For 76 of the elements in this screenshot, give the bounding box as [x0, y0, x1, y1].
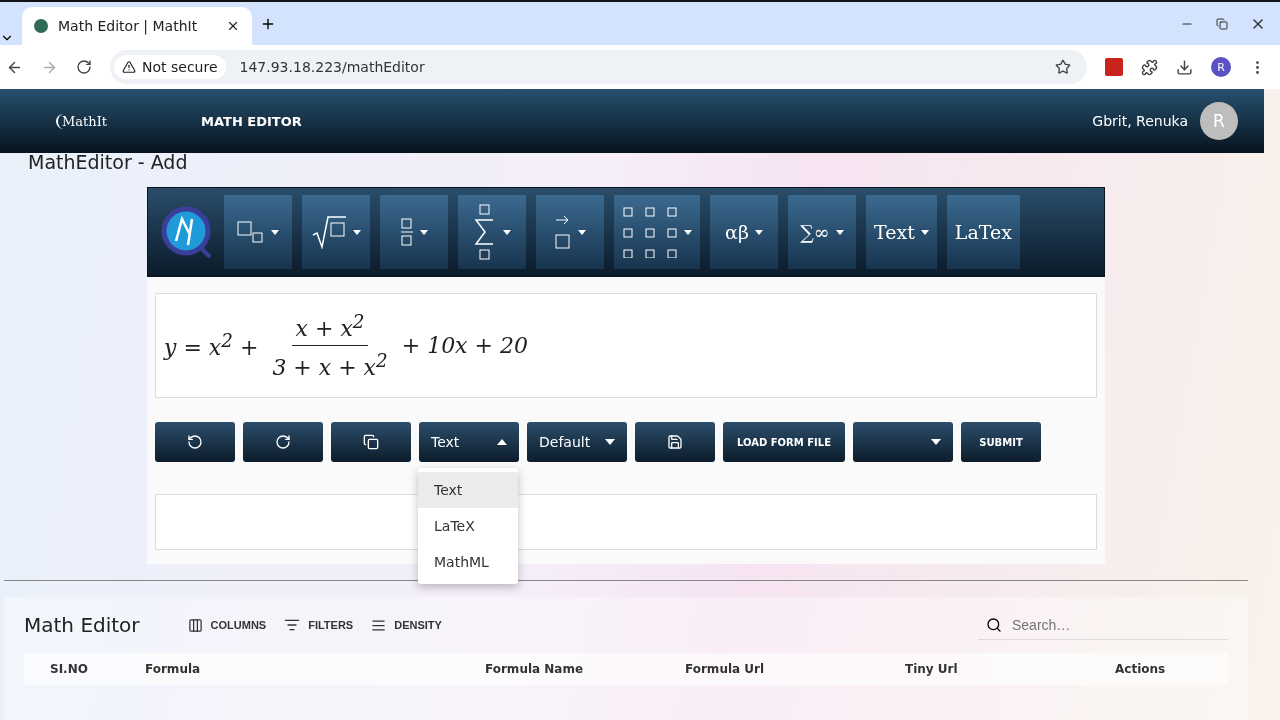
browser-tab[interactable]: Math Editor | MathIt [22, 7, 252, 45]
fraction-icon [400, 217, 414, 247]
palette-button[interactable]: LaTex [946, 195, 1020, 269]
palette-button[interactable]: αβ [710, 195, 778, 269]
editor-logo-icon [160, 205, 214, 259]
column-header[interactable]: Actions [1089, 662, 1209, 676]
app-logo[interactable]: MathIt [56, 113, 108, 129]
columns-icon [187, 617, 203, 633]
column-header[interactable]: Formula Name [459, 662, 659, 676]
action-button[interactable]: SUBMIT [961, 422, 1041, 462]
page-title: MathEditor - Add [27, 153, 189, 175]
palette-button[interactable] [224, 195, 292, 269]
profile-avatar[interactable]: R [1211, 57, 1231, 77]
download-icon[interactable] [1176, 58, 1193, 76]
grid-tool-button[interactable]: FILTERS [284, 617, 354, 633]
palette-button[interactable] [380, 195, 448, 269]
caret-icon [605, 439, 615, 445]
nav-link[interactable]: MATH EDITOR [201, 113, 302, 129]
extensions-puzzle-icon[interactable] [1141, 58, 1158, 76]
formula-editor[interactable]: y = x$^{2}$ + x + x$^{2}$ 3 + x + x$^{2}$ + 10x + 20 [155, 293, 1097, 398]
palette-button[interactable] [536, 195, 604, 269]
caret-icon [353, 229, 361, 235]
address-bar[interactable]: Not secure 147.93.18.223/mathEditor [110, 50, 1087, 84]
caret-icon [503, 229, 511, 235]
tab-title: Math Editor | MathIt [58, 18, 199, 34]
undo-icon [187, 434, 203, 450]
formula-text: + 10x + 20 [401, 333, 528, 358]
search-field[interactable]: Search… [1010, 615, 1228, 634]
user-name: Gbrit, Renuka [1092, 113, 1188, 129]
fraction: x + x$^{2}$ 3 + x + x$^{2}$ [271, 310, 389, 381]
palette-button[interactable]: ∑∞ [788, 195, 856, 269]
formula-text: y = x$^{2}$ + [164, 330, 259, 361]
warning-icon [122, 60, 136, 74]
security-chip[interactable]: Not secure [114, 55, 226, 79]
matrix-icon [622, 206, 678, 258]
grid-tool-button[interactable]: DENSITY [371, 617, 442, 633]
caret-icon [684, 229, 692, 235]
close-tab-icon[interactable] [226, 19, 240, 33]
site-favicon-icon [34, 19, 48, 33]
undo-button[interactable] [155, 422, 235, 462]
redo-button[interactable] [243, 422, 323, 462]
dropdown-button[interactable]: Default [527, 422, 627, 462]
save-button[interactable] [635, 422, 715, 462]
menu-item[interactable]: LaTeX [418, 508, 518, 544]
column-header[interactable]: Formula Url [659, 662, 879, 676]
palette-button[interactable] [458, 195, 526, 269]
caret-icon [271, 229, 279, 235]
bookmark-star-icon[interactable] [1055, 59, 1071, 75]
column-header[interactable]: SI.NO [24, 662, 119, 676]
url-text: 147.93.18.223/mathEditor [239, 59, 426, 75]
restore-icon[interactable] [1216, 15, 1228, 32]
column-header[interactable]: Formula [119, 662, 459, 676]
palette-button[interactable] [614, 195, 700, 269]
palette-button[interactable]: Text [866, 195, 937, 269]
grid-title: Math Editor [24, 613, 140, 637]
palette-button[interactable] [302, 195, 370, 269]
copy-button[interactable] [331, 422, 411, 462]
arrow-over-box-icon [554, 214, 572, 250]
action-button[interactable]: LOAD FORM FILE [723, 422, 845, 462]
grid-tool-button[interactable]: COLUMNS [187, 617, 267, 633]
column-header[interactable]: Tiny Url [879, 662, 1089, 676]
caret-icon [420, 229, 428, 235]
filter-icon [284, 617, 301, 633]
subscript-icon [237, 220, 265, 244]
redo-icon [275, 434, 291, 450]
caret-icon [497, 439, 507, 445]
dropdown-button[interactable]: Text [419, 422, 519, 462]
menu-item[interactable]: Text [418, 472, 518, 508]
copy-icon [363, 434, 379, 450]
menu-item[interactable]: MathML [418, 544, 518, 580]
reload-icon[interactable] [76, 59, 92, 75]
search-icon [986, 616, 1002, 633]
caret-icon [931, 439, 941, 445]
square-root-icon [311, 215, 347, 249]
density-icon [371, 617, 387, 633]
caret-icon [578, 229, 586, 235]
